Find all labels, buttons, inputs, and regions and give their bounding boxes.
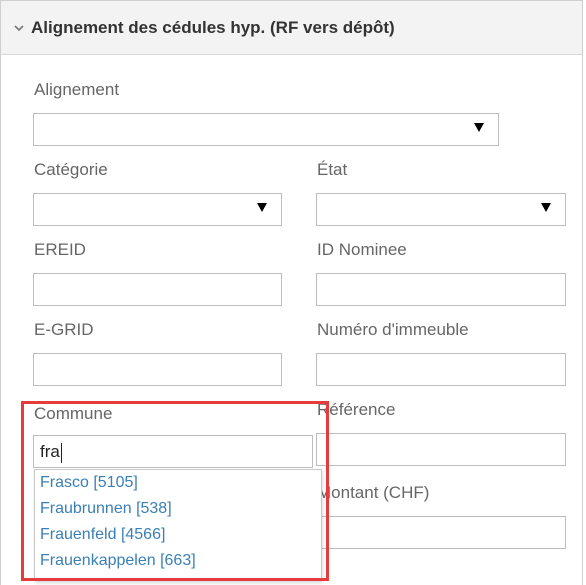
alignement-label: Alignement xyxy=(34,80,120,99)
text-caret xyxy=(60,442,62,463)
numero-immeuble-input[interactable] xyxy=(316,353,566,386)
id-nominee-label: ID Nominee xyxy=(317,240,407,259)
panel-header[interactable]: Alignement des cédules hyp. (RF vers dép… xyxy=(1,1,582,55)
id-nominee-input[interactable] xyxy=(316,273,566,306)
reference-label: Référence xyxy=(317,400,396,419)
categorie-label: Catégorie xyxy=(34,160,108,179)
egrid-label: E-GRID xyxy=(34,320,94,339)
panel-title: Alignement des cédules hyp. (RF vers dép… xyxy=(31,17,395,37)
montant-input[interactable] xyxy=(316,516,566,549)
dropdown-arrow-icon xyxy=(541,203,551,212)
etat-select[interactable] xyxy=(316,193,566,226)
numero-immeuble-label: Numéro d'immeuble xyxy=(317,320,469,339)
commune-input-value: fra xyxy=(40,442,60,461)
dropdown-arrow-icon xyxy=(257,203,267,212)
chevron-down-icon[interactable] xyxy=(13,22,25,34)
autocomplete-option[interactable]: Frauenfeld [4566] xyxy=(35,522,321,548)
montant-label: Montant (CHF) xyxy=(317,483,430,502)
commune-input[interactable]: fra xyxy=(33,435,313,468)
categorie-select[interactable] xyxy=(33,193,282,226)
commune-label: Commune xyxy=(34,404,113,423)
ereid-input[interactable] xyxy=(33,273,282,306)
reference-input[interactable] xyxy=(316,433,566,466)
commune-autocomplete-list: Frasco [5105] Fraubrunnen [538] Frauenfe… xyxy=(34,469,322,581)
autocomplete-option[interactable]: Frauenkappelen [663] xyxy=(35,548,321,574)
autocomplete-option[interactable]: Fraubrunnen [538] xyxy=(35,496,321,522)
etat-label: État xyxy=(317,160,348,179)
ereid-label: EREID xyxy=(34,240,86,259)
egrid-input[interactable] xyxy=(33,353,282,386)
autocomplete-option[interactable]: Frasco [5105] xyxy=(35,470,321,496)
alignement-select[interactable] xyxy=(33,113,499,146)
dropdown-arrow-icon xyxy=(474,123,484,132)
